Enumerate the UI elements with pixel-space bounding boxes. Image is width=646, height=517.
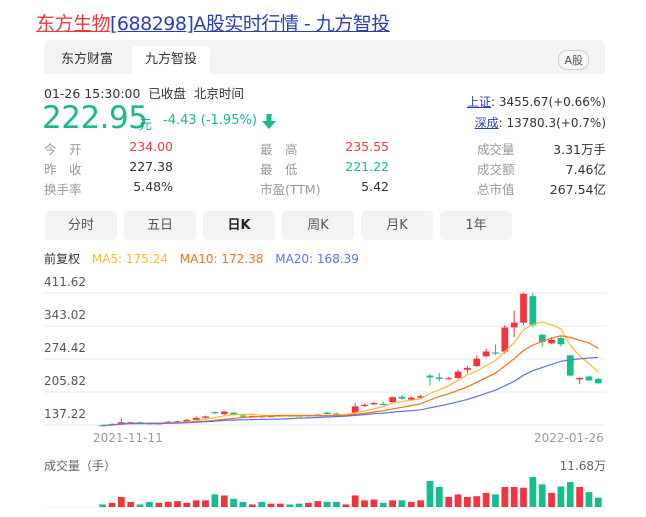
volume-bar[interactable] <box>333 501 340 507</box>
volume-bar[interactable] <box>192 500 200 507</box>
volume-bar[interactable] <box>594 497 602 507</box>
candle-body[interactable] <box>501 327 509 352</box>
candle-body[interactable] <box>529 296 537 326</box>
candle-body[interactable] <box>548 339 555 344</box>
volume-bar[interactable] <box>239 501 247 507</box>
volume-bar[interactable] <box>361 500 368 507</box>
volume-bar[interactable] <box>473 496 481 507</box>
volume-bar[interactable] <box>146 501 153 507</box>
volume-bar[interactable] <box>127 501 135 507</box>
candle-body[interactable] <box>323 412 331 415</box>
candle-body[interactable] <box>202 416 209 418</box>
volume-bar[interactable] <box>566 482 574 507</box>
candle-body[interactable] <box>351 406 359 413</box>
candle-body[interactable] <box>220 411 228 415</box>
volume-bar[interactable] <box>538 484 546 507</box>
volume-bar[interactable] <box>267 503 275 507</box>
candle-body[interactable] <box>398 396 406 399</box>
volume-bar[interactable] <box>230 498 237 507</box>
volume-bar[interactable] <box>379 502 387 507</box>
volume-bar[interactable] <box>389 500 396 507</box>
volume-bar[interactable] <box>520 487 527 507</box>
volume-bar[interactable] <box>548 492 555 507</box>
volume-bar[interactable] <box>305 502 312 507</box>
volume-bar[interactable] <box>576 486 583 507</box>
volume-bar[interactable] <box>220 495 228 507</box>
candle-body[interactable] <box>435 377 443 379</box>
volume-bar[interactable] <box>417 500 425 507</box>
ma5-line <box>102 321 599 427</box>
volume-bar[interactable] <box>174 501 181 507</box>
volume-bar[interactable] <box>99 504 107 507</box>
candle-body[interactable] <box>426 375 434 378</box>
volume-bar[interactable] <box>464 496 471 507</box>
volume-bar[interactable] <box>108 502 116 507</box>
volume-bar[interactable] <box>323 501 331 507</box>
volume-bar[interactable] <box>314 501 322 507</box>
volume-bar[interactable] <box>492 494 499 507</box>
volume-bar[interactable] <box>585 492 593 507</box>
volume-bar[interactable] <box>202 500 209 507</box>
volume-bar[interactable] <box>183 502 191 507</box>
candlestick-chart[interactable] <box>0 0 646 517</box>
candle-body[interactable] <box>482 351 490 357</box>
candle-body[interactable] <box>361 404 368 407</box>
candle-body[interactable] <box>520 293 527 323</box>
candle-body[interactable] <box>557 338 565 345</box>
candle-body[interactable] <box>594 378 602 384</box>
volume-bar[interactable] <box>155 502 163 507</box>
volume-bar[interactable] <box>482 492 490 507</box>
volume-bar[interactable] <box>398 500 406 507</box>
candle-body[interactable] <box>192 417 200 420</box>
volume-bar[interactable] <box>529 477 537 507</box>
volume-bar[interactable] <box>136 504 144 507</box>
candle-body[interactable] <box>370 402 378 405</box>
candle-body[interactable] <box>454 371 462 378</box>
volume-bar[interactable] <box>295 503 303 507</box>
volume-bar[interactable] <box>501 486 509 507</box>
volume-bar[interactable] <box>258 501 266 507</box>
volume-bar[interactable] <box>435 486 443 507</box>
candle-body[interactable] <box>464 367 471 370</box>
volume-bar[interactable] <box>118 496 125 507</box>
volume-bar[interactable] <box>370 499 378 507</box>
volume-bar[interactable] <box>426 481 434 507</box>
candle-body[interactable] <box>576 377 583 380</box>
volume-bar[interactable] <box>286 504 294 507</box>
volume-bar[interactable] <box>211 494 219 507</box>
volume-bar[interactable] <box>445 496 453 507</box>
candle-body[interactable] <box>239 415 247 417</box>
volume-bar[interactable] <box>342 504 350 507</box>
candle-body[interactable] <box>585 376 593 381</box>
candle-body[interactable] <box>389 397 396 403</box>
volume-bar[interactable] <box>164 501 172 507</box>
volume-bar[interactable] <box>454 494 462 507</box>
volume-bar[interactable] <box>248 504 256 507</box>
candle-body[interactable] <box>445 378 453 380</box>
volume-bar[interactable] <box>351 495 359 507</box>
volume-bar[interactable] <box>557 486 565 507</box>
candle-body[interactable] <box>492 352 499 354</box>
candle-body[interactable] <box>566 355 574 376</box>
volume-bar[interactable] <box>276 503 284 507</box>
candle-body[interactable] <box>473 358 481 366</box>
candle-body[interactable] <box>379 403 387 406</box>
ma10-line <box>102 335 599 427</box>
volume-bar[interactable] <box>510 486 518 507</box>
volume-bar[interactable] <box>407 501 415 507</box>
candle-body[interactable] <box>510 322 518 328</box>
candle-body[interactable] <box>211 412 219 414</box>
